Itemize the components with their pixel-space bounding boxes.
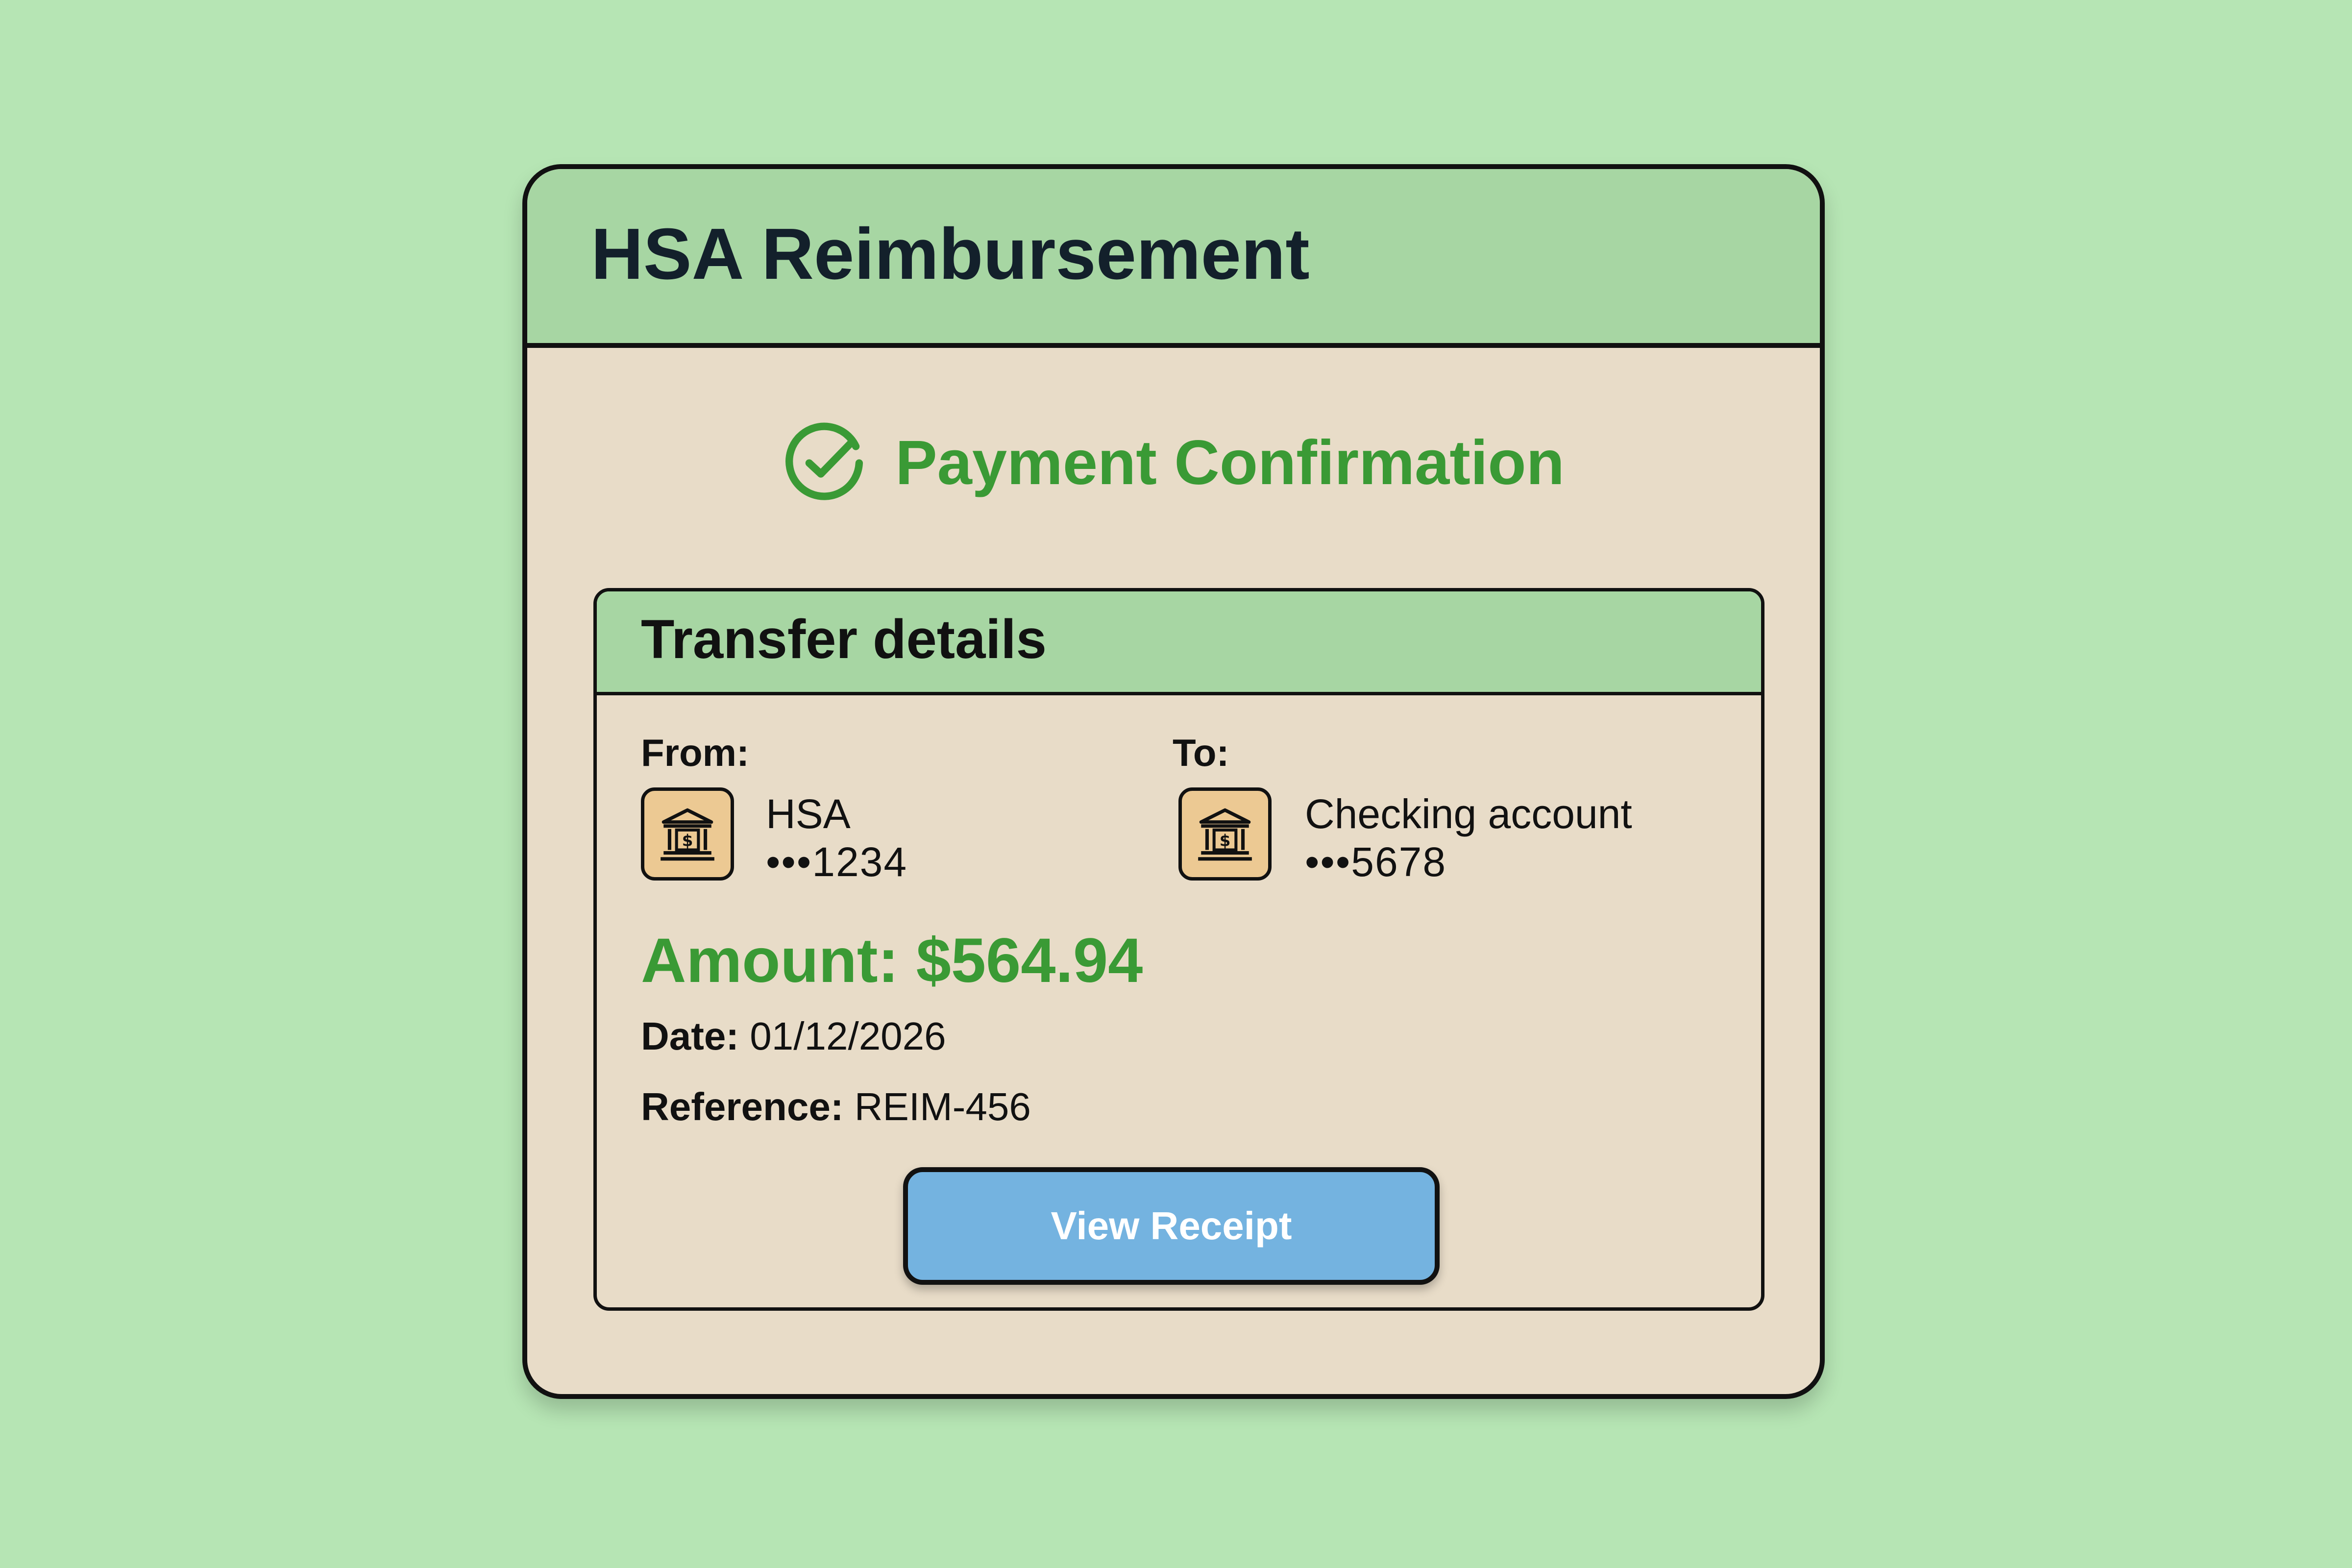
confirmation-title: Payment Confirmation — [895, 428, 1565, 498]
transfer-amount: Amount: $564.94 — [641, 926, 1143, 996]
from-account-name: HSA — [766, 791, 851, 837]
svg-text:$: $ — [1220, 831, 1231, 850]
view-receipt-button[interactable]: View Receipt — [903, 1167, 1440, 1285]
from-account-number: •••1234 — [766, 839, 908, 885]
to-account-number: •••5678 — [1305, 839, 1447, 885]
reimbursement-card: HSA Reimbursement Payment Confirmation T… — [522, 164, 1825, 1399]
bank-icon: $ — [1178, 787, 1272, 881]
to-account-name: Checking account — [1305, 791, 1632, 837]
date-row: Date: 01/12/2026 — [641, 1017, 946, 1056]
reference-value: REIM-456 — [854, 1085, 1031, 1128]
reference-label: Reference: — [641, 1085, 855, 1128]
card-header: HSA Reimbursement — [527, 169, 1820, 348]
check-circle-icon — [785, 422, 863, 500]
date-value: 01/12/2026 — [750, 1014, 946, 1058]
bank-icon: $ — [641, 787, 734, 881]
to-label: To: — [1173, 731, 1229, 774]
reference-row: Reference: REIM-456 — [641, 1087, 1031, 1127]
card-title: HSA Reimbursement — [591, 214, 1310, 294]
svg-text:$: $ — [682, 831, 693, 850]
confirmation-banner: Payment Confirmation — [527, 414, 1820, 512]
transfer-details-header: Transfer details — [597, 591, 1761, 695]
transfer-details-title: Transfer details — [641, 609, 1047, 670]
transfer-details-panel: Transfer details From: $ HSA •••1234 To: — [593, 588, 1764, 1311]
from-label: From: — [641, 731, 749, 774]
date-label: Date: — [641, 1014, 750, 1058]
